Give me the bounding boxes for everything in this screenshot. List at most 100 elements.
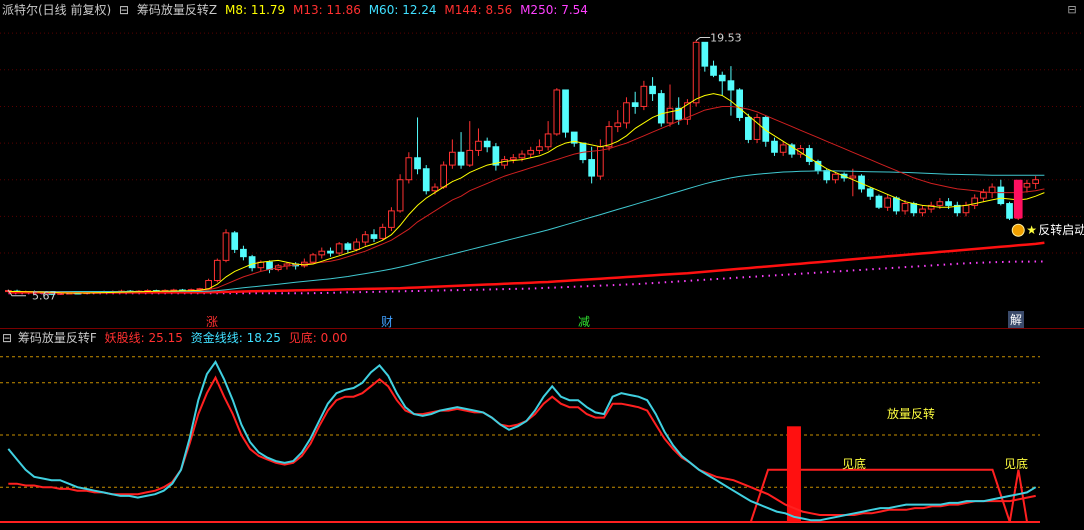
event-marker-jie[interactable]: 解 [1008, 311, 1025, 328]
candle[interactable] [623, 97, 630, 129]
candle[interactable] [379, 223, 387, 241]
candle[interactable] [692, 40, 700, 107]
candle-body [597, 146, 604, 177]
candle-body [483, 140, 491, 148]
candle[interactable] [971, 194, 979, 210]
candle[interactable] [953, 201, 961, 217]
candle-body [475, 140, 482, 151]
candle[interactable] [222, 229, 230, 263]
candle[interactable] [344, 242, 352, 254]
candle[interactable] [988, 183, 996, 199]
candle[interactable] [919, 205, 926, 217]
candle[interactable] [318, 247, 326, 259]
expand-toggle-icon-sub[interactable]: ⊟ [2, 331, 12, 345]
candle[interactable] [396, 174, 404, 213]
candle[interactable] [240, 245, 247, 261]
candle[interactable] [866, 187, 874, 200]
candle[interactable] [509, 154, 517, 164]
candle[interactable] [614, 110, 622, 133]
candle[interactable] [466, 121, 474, 167]
candle[interactable] [736, 88, 744, 122]
expand-toggle-icon[interactable]: ⊟ [119, 3, 129, 17]
high-mark-label: 19.53 [710, 31, 742, 44]
jiandi-legend-label: 见底: [288, 331, 317, 345]
candle[interactable] [483, 137, 491, 153]
candle-body [718, 74, 726, 82]
candle-body [370, 234, 378, 239]
candle[interactable] [849, 168, 857, 197]
sub-indicator-name[interactable]: 筹码放量反转F [18, 331, 97, 345]
candle-body [536, 146, 543, 151]
candle[interactable] [805, 144, 813, 166]
window-restore-icon[interactable]: ⊟ [1066, 4, 1078, 16]
candle[interactable] [231, 231, 239, 254]
candle[interactable] [266, 260, 273, 274]
candle[interactable] [588, 146, 596, 184]
candle[interactable] [718, 71, 726, 96]
candle[interactable] [884, 194, 892, 211]
candle[interactable] [710, 60, 717, 78]
candle[interactable] [666, 84, 674, 127]
candle[interactable] [1006, 201, 1013, 221]
candle-body [361, 234, 369, 243]
candle[interactable] [562, 89, 569, 138]
candle[interactable] [440, 161, 448, 189]
price-chart[interactable]: 19.53 5.67 ★ 反转启动 [0, 18, 1084, 330]
star-icon: ★ [1026, 223, 1037, 237]
candle[interactable] [657, 89, 665, 127]
candle[interactable] [727, 66, 735, 116]
candle-body [745, 116, 752, 140]
candle[interactable] [1032, 176, 1039, 189]
candle[interactable] [927, 201, 935, 213]
candle[interactable] [753, 113, 761, 144]
candle-body [988, 186, 996, 194]
candle[interactable] [335, 242, 343, 255]
candle[interactable] [309, 253, 317, 265]
candle[interactable] [544, 121, 552, 151]
candle-body [327, 250, 334, 254]
ma8-legend-value: 11.79 [250, 3, 286, 17]
ma8-legend-label: M8: [224, 3, 247, 17]
candle-body [527, 149, 535, 155]
candle[interactable] [475, 128, 482, 156]
candle[interactable] [414, 117, 421, 175]
zijin-legend-value: 18.25 [246, 331, 281, 345]
jiandi-legend: 见底: 0.00 [289, 331, 348, 345]
candle[interactable] [370, 229, 378, 243]
candle[interactable] [771, 137, 778, 156]
candle[interactable] [745, 113, 752, 144]
yaogu-legend-label: 妖股线: [104, 331, 145, 345]
candle[interactable] [327, 247, 334, 257]
candle[interactable] [597, 139, 604, 180]
candle[interactable] [570, 131, 578, 147]
candle[interactable] [405, 152, 413, 184]
candle[interactable] [701, 41, 709, 72]
candle[interactable] [832, 172, 839, 184]
candle[interactable] [875, 194, 883, 210]
candle[interactable] [980, 188, 987, 202]
candle[interactable] [457, 132, 465, 169]
candle[interactable] [631, 91, 639, 114]
main-indicator-name[interactable]: 筹码放量反转Z [137, 3, 217, 17]
candle[interactable] [605, 121, 613, 151]
candle[interactable] [301, 258, 308, 268]
candle[interactable] [422, 165, 430, 195]
candle-body [919, 208, 926, 214]
candle[interactable] [553, 88, 561, 136]
candle[interactable] [536, 139, 543, 155]
indicator-chart[interactable] [0, 346, 1084, 530]
candle[interactable] [213, 258, 221, 283]
candle-body [492, 146, 500, 166]
panel-divider[interactable] [0, 328, 1084, 329]
candle[interactable] [1023, 179, 1031, 193]
candle[interactable] [779, 141, 787, 156]
candle[interactable] [492, 143, 500, 171]
candle[interactable] [640, 80, 648, 111]
candle[interactable] [449, 139, 456, 169]
candle[interactable] [527, 146, 535, 158]
candle[interactable] [649, 77, 656, 101]
candle[interactable] [361, 231, 369, 246]
candle-body [335, 243, 343, 254]
candle[interactable] [388, 207, 395, 232]
candle[interactable] [962, 201, 970, 217]
